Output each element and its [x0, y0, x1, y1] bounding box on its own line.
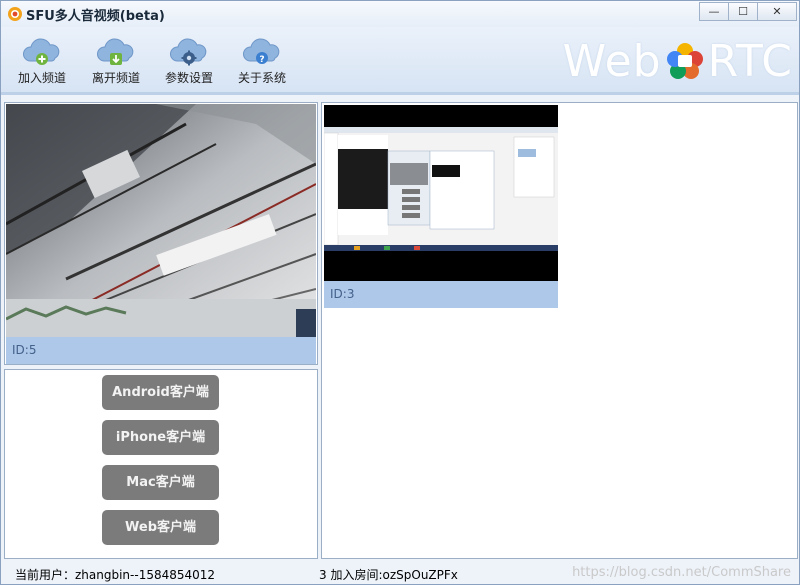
toolbar: 加入频道 离开频道 参数设置 ? 关于系统 Web RTC — [1, 27, 799, 95]
cloud-gear-icon — [170, 38, 207, 66]
settings-button[interactable]: 参数设置 — [153, 37, 225, 89]
camera-feed-image — [6, 104, 316, 337]
webrtc-mark-icon — [666, 43, 703, 79]
webrtc-logo-right: RTC — [707, 35, 793, 87]
client-download-pane: Android客户端 iPhone客户端 Mac客户端 Web客户端 — [4, 369, 318, 559]
mac-client-button[interactable]: Mac客户端 — [102, 465, 219, 500]
maximize-button[interactable]: ☐ — [728, 2, 757, 21]
web-client-button[interactable]: Web客户端 — [102, 510, 219, 545]
webrtc-logo-left: Web — [562, 35, 662, 87]
about-button[interactable]: ? 关于系统 — [226, 37, 298, 89]
local-video-pane: ID:5 — [4, 102, 318, 365]
window-controls: — ☐ ✕ — [699, 2, 797, 21]
leave-channel-label: 离开频道 — [91, 71, 140, 85]
cloud-plus-icon — [23, 38, 60, 65]
local-video-id: ID:5 — [6, 337, 316, 364]
remote-video-id: ID:3 — [324, 281, 558, 308]
status-bar: 当前用户：zhangbin--1584854012 3 加入房间:ozSpOuZ… — [1, 563, 799, 584]
screen-share-image — [324, 105, 558, 281]
about-label: 关于系统 — [237, 71, 286, 85]
cloud-help-icon: ? — [243, 38, 280, 65]
svg-text:?: ? — [259, 55, 264, 65]
close-button[interactable]: ✕ — [757, 2, 797, 21]
app-logo-icon — [7, 6, 23, 22]
iphone-client-button[interactable]: iPhone客户端 — [102, 420, 219, 455]
webrtc-logo: Web RTC — [562, 35, 793, 87]
minimize-button[interactable]: — — [699, 2, 728, 21]
window-title: SFU多人音视频(beta) — [26, 9, 165, 24]
join-channel-button[interactable]: 加入频道 — [6, 37, 78, 89]
remote-videos-pane: ID:3 — [321, 102, 798, 559]
title-bar[interactable]: SFU多人音视频(beta) — ☐ ✕ — [1, 1, 799, 27]
room-status: 3 加入房间:ozSpOuZPFx — [319, 568, 458, 582]
current-user-status: 当前用户：zhangbin--1584854012 — [15, 568, 216, 582]
app-window: SFU多人音视频(beta) — ☐ ✕ 加入频道 离开频道 参数设置 ? 关于… — [0, 0, 800, 585]
remote-video[interactable] — [324, 105, 558, 281]
android-client-button[interactable]: Android客户端 — [102, 375, 219, 410]
watermark: https://blog.csdn.net/CommShare — [572, 565, 791, 580]
local-video[interactable] — [6, 104, 316, 337]
cloud-download-icon — [97, 38, 134, 65]
join-channel-label: 加入频道 — [17, 71, 66, 85]
settings-label: 参数设置 — [164, 71, 213, 85]
leave-channel-button[interactable]: 离开频道 — [80, 37, 152, 89]
